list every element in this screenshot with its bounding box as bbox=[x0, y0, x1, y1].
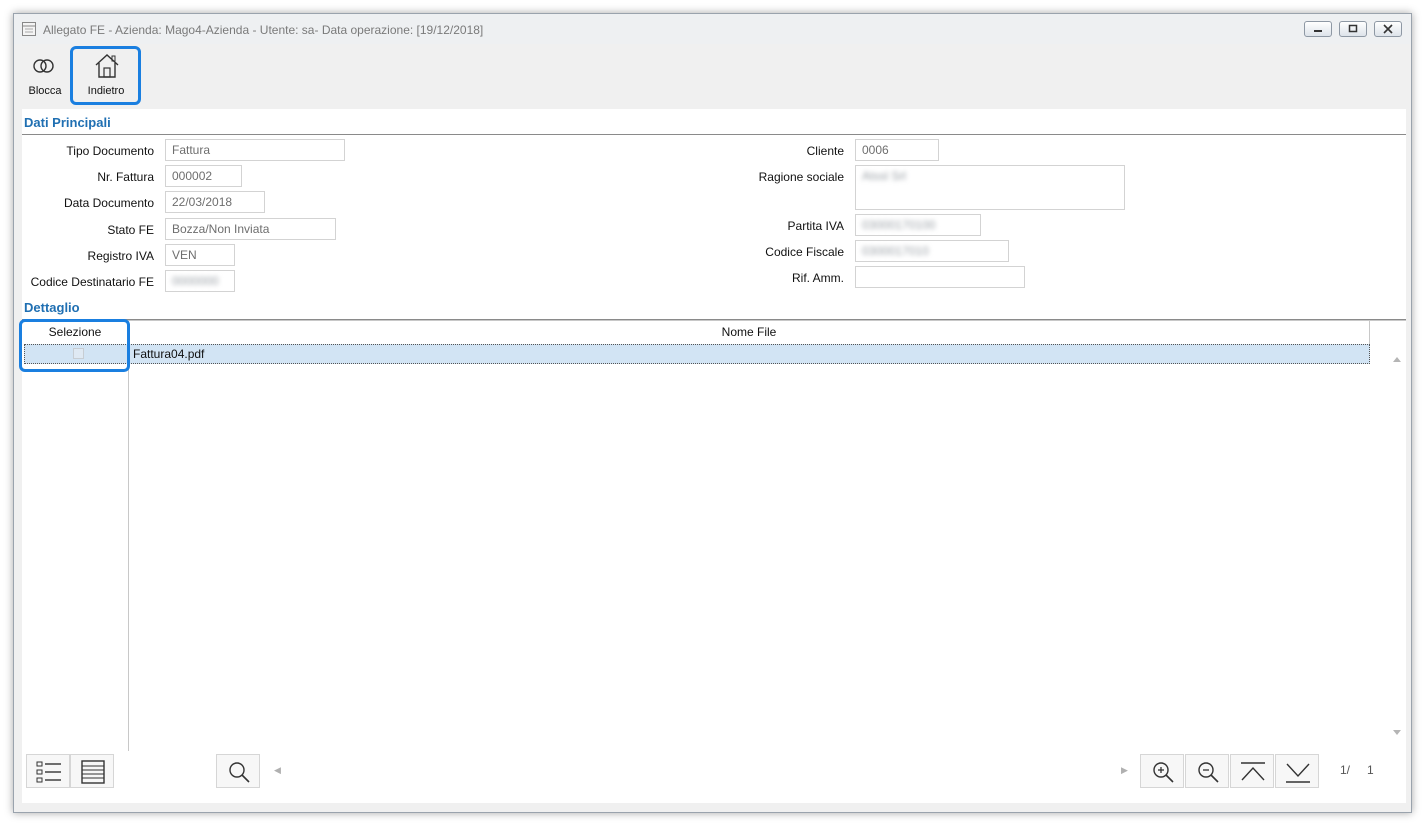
scroll-right-icon[interactable]: ▶ bbox=[1121, 765, 1128, 776]
registro-iva-field[interactable]: VEN bbox=[165, 244, 235, 266]
checklist-view-button[interactable] bbox=[26, 754, 70, 788]
nr-fattura-label: Nr. Fattura bbox=[97, 170, 154, 184]
cliente-label: Cliente bbox=[806, 144, 844, 158]
table-icon bbox=[81, 760, 105, 784]
go-last-button[interactable] bbox=[1275, 754, 1319, 788]
column-separator bbox=[128, 321, 129, 752]
go-bottom-icon bbox=[1286, 763, 1310, 783]
section-dati-principali: Dati Principali bbox=[24, 115, 111, 130]
cliente-field[interactable]: 0006 bbox=[855, 139, 939, 161]
codice-destinatario-field[interactable]: 0000000 bbox=[165, 270, 235, 292]
scroll-left-icon[interactable]: ◀ bbox=[274, 765, 281, 776]
zoom-out-button[interactable] bbox=[1185, 754, 1229, 788]
codice-fiscale-value: 0300017010 bbox=[862, 244, 929, 258]
codice-fiscale-label: Codice Fiscale bbox=[765, 245, 844, 259]
form-icon bbox=[22, 22, 36, 36]
grid-toolbar: ◀ ▶ 1/ 1 bbox=[22, 751, 1406, 803]
tipo-documento-label: Tipo Documento bbox=[66, 144, 154, 158]
stato-fe-label: Stato FE bbox=[107, 223, 154, 237]
codice-destinatario-label: Codice Destinatario FE bbox=[30, 275, 154, 289]
detail-grid: Selezione Nome File Fattura04.pdf bbox=[19, 319, 1406, 752]
section-dettaglio: Dettaglio bbox=[24, 300, 80, 315]
window-title: Allegato FE - Azienda: Mago4-Azienda - U… bbox=[43, 23, 484, 37]
checklist-icon bbox=[36, 761, 61, 783]
stato-fe-field[interactable]: Bozza/Non Inviata bbox=[165, 218, 336, 240]
column-header-nome-file[interactable]: Nome File bbox=[129, 321, 1369, 343]
toolbar: Blocca Indietro bbox=[22, 44, 1403, 108]
partita-iva-field[interactable]: 03000170100 bbox=[855, 214, 981, 236]
selezione-highlight bbox=[19, 319, 130, 372]
partita-iva-value: 03000170100 bbox=[862, 218, 936, 232]
maximize-button[interactable] bbox=[1339, 21, 1367, 37]
partita-iva-label: Partita IVA bbox=[787, 219, 844, 233]
codice-destinatario-value: 0000000 bbox=[172, 274, 219, 288]
minimize-icon bbox=[1314, 30, 1322, 32]
close-button[interactable] bbox=[1374, 21, 1402, 37]
page-current: 1/ bbox=[1340, 763, 1351, 777]
ragione-sociale-value: Atssl Srl bbox=[862, 169, 907, 183]
main-content: Dati Principali Tipo Documento Fattura N… bbox=[19, 109, 1406, 803]
app-window: Allegato FE - Azienda: Mago4-Azienda - U… bbox=[13, 13, 1412, 813]
data-documento-field[interactable]: 22/03/2018 bbox=[165, 191, 265, 213]
page-total: 1 bbox=[1367, 763, 1374, 777]
data-documento-label: Data Documento bbox=[63, 196, 154, 210]
blocca-button[interactable]: Blocca bbox=[22, 44, 68, 104]
minimize-button[interactable] bbox=[1304, 21, 1332, 37]
tipo-documento-field[interactable]: Fattura bbox=[165, 139, 345, 161]
zoom-in-icon bbox=[1153, 762, 1174, 783]
nr-fattura-field[interactable]: 000002 bbox=[165, 165, 242, 187]
rif-amm-label: Rif. Amm. bbox=[791, 271, 844, 285]
codice-fiscale-field[interactable]: 0300017010 bbox=[855, 240, 1009, 262]
go-first-button[interactable] bbox=[1230, 754, 1274, 788]
zoom-in-button[interactable] bbox=[1140, 754, 1184, 788]
scroll-up-icon[interactable] bbox=[1392, 355, 1402, 363]
search-icon bbox=[229, 762, 250, 783]
ragione-sociale-field[interactable]: Atssl Srl bbox=[855, 165, 1125, 210]
registro-iva-label: Registro IVA bbox=[87, 249, 154, 263]
table-row[interactable]: Fattura04.pdf bbox=[24, 344, 1370, 364]
indietro-highlight bbox=[70, 46, 141, 105]
go-top-icon bbox=[1241, 762, 1265, 781]
scroll-down-icon[interactable] bbox=[1392, 729, 1402, 737]
zoom-out-icon bbox=[1198, 762, 1219, 783]
rif-amm-field[interactable] bbox=[855, 266, 1025, 288]
table-view-button[interactable] bbox=[70, 754, 114, 788]
section-divider bbox=[22, 134, 1406, 135]
search-button[interactable] bbox=[216, 754, 260, 788]
file-name-cell: Fattura04.pdf bbox=[133, 347, 205, 361]
close-icon bbox=[1383, 24, 1393, 34]
blocca-label: Blocca bbox=[28, 85, 62, 97]
ragione-sociale-label: Ragione sociale bbox=[758, 170, 844, 184]
title-bar: Allegato FE - Azienda: Mago4-Azienda - U… bbox=[14, 14, 1411, 44]
maximize-icon bbox=[1348, 24, 1358, 33]
lock-link-icon bbox=[33, 59, 54, 73]
